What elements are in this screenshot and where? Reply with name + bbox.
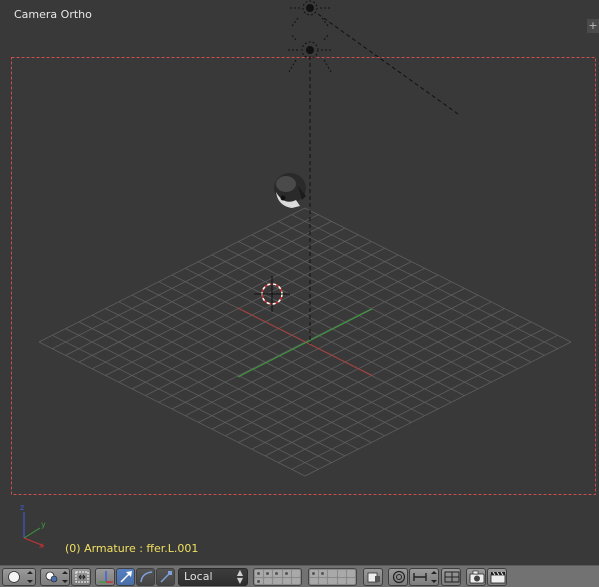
layer-button[interactable] bbox=[319, 570, 328, 577]
layer-button[interactable] bbox=[337, 570, 346, 577]
scale-manipulator-button[interactable] bbox=[156, 568, 175, 586]
snap-target-button[interactable] bbox=[441, 568, 461, 586]
translate-manipulator-icon bbox=[120, 571, 132, 583]
lock-layer-icon bbox=[367, 572, 380, 583]
3d-viewport[interactable]: z y x Camera Ortho (0) Armature : ffer.L… bbox=[0, 0, 599, 565]
viewport-canvas[interactable]: z y x bbox=[0, 0, 599, 565]
rotate-manipulator-button[interactable] bbox=[136, 568, 155, 586]
snap-element-dropdown[interactable] bbox=[409, 568, 439, 586]
render-animation-icon bbox=[490, 571, 506, 584]
scale-manipulator-icon bbox=[160, 571, 172, 583]
manipulator-toggle-button[interactable] bbox=[95, 568, 115, 586]
layer-button[interactable] bbox=[310, 577, 319, 584]
layer-button[interactable] bbox=[328, 570, 337, 577]
proportional-edit-icon bbox=[392, 570, 406, 584]
layer-button[interactable] bbox=[346, 570, 355, 577]
3d-cursor-icon[interactable] bbox=[254, 276, 290, 312]
transform-orientation-value: Local bbox=[184, 570, 213, 583]
y-axis-line bbox=[237, 308, 373, 378]
layer-button[interactable] bbox=[264, 577, 273, 584]
axis-gizmo-icon: z y x bbox=[20, 503, 46, 550]
layers-group-2[interactable] bbox=[308, 568, 357, 586]
view-title: Camera Ortho bbox=[14, 8, 92, 21]
layer-button[interactable] bbox=[291, 570, 300, 577]
layer-button[interactable] bbox=[328, 577, 337, 584]
layer-button[interactable] bbox=[291, 577, 300, 584]
layer-button[interactable] bbox=[273, 570, 282, 577]
layer-button[interactable] bbox=[264, 570, 273, 577]
pivot-point-dropdown[interactable] bbox=[40, 568, 70, 586]
layer-button[interactable] bbox=[346, 577, 355, 584]
svg-text:z: z bbox=[20, 503, 24, 512]
viewport-header: Local ▲ ▼ bbox=[0, 565, 599, 587]
proportional-edit-button[interactable] bbox=[388, 568, 408, 586]
select-arrows-icon: ▲ ▼ bbox=[236, 568, 243, 585]
layer-button[interactable] bbox=[319, 577, 328, 584]
snap-icon bbox=[444, 571, 460, 583]
rotate-manipulator-icon bbox=[140, 571, 153, 583]
layer-button[interactable] bbox=[310, 570, 319, 577]
layer-button[interactable] bbox=[337, 577, 346, 584]
armature-mesh-object[interactable] bbox=[274, 173, 306, 208]
proportional-link-icon bbox=[75, 571, 89, 583]
translate-manipulator-button[interactable] bbox=[116, 568, 135, 586]
layer-button[interactable] bbox=[255, 577, 264, 584]
lock-layer-button[interactable] bbox=[363, 568, 383, 586]
transform-orientation-select[interactable]: Local ▲ ▼ bbox=[178, 568, 248, 586]
layers-group-1[interactable] bbox=[253, 568, 302, 586]
render-animation-button[interactable] bbox=[487, 568, 507, 586]
snap-element-icon bbox=[413, 571, 437, 583]
render-camera-icon bbox=[469, 570, 485, 584]
pivot-point-icon bbox=[45, 571, 68, 583]
layer-button[interactable] bbox=[282, 577, 291, 584]
viewport-shading-dropdown[interactable] bbox=[2, 568, 36, 586]
render-still-button[interactable] bbox=[466, 568, 486, 586]
lamp-direction-line bbox=[317, 13, 459, 115]
layer-button[interactable] bbox=[282, 570, 291, 577]
layer-button[interactable] bbox=[255, 570, 264, 577]
region-expand-button[interactable]: + bbox=[587, 19, 599, 33]
lamp-top-icon[interactable] bbox=[290, 0, 332, 27]
svg-text:x: x bbox=[39, 541, 44, 550]
active-object-status: (0) Armature : ffer.L.001 bbox=[65, 542, 199, 555]
manipulator-toggle-icon bbox=[99, 571, 113, 583]
layer-button[interactable] bbox=[273, 577, 282, 584]
viewport-shading-icon bbox=[8, 571, 33, 583]
proportional-link-button[interactable] bbox=[71, 568, 91, 586]
svg-text:y: y bbox=[41, 520, 46, 529]
